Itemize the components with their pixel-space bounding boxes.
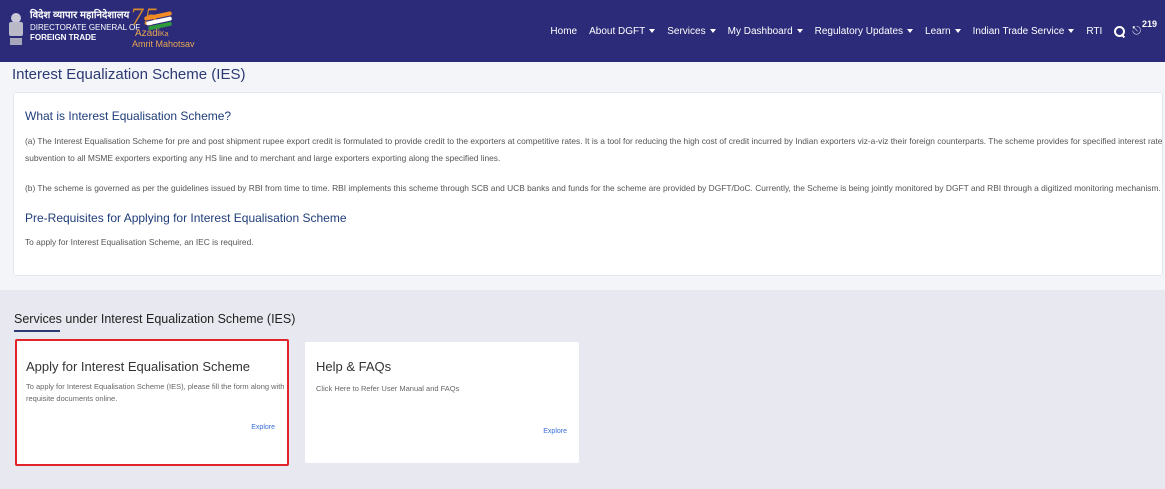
caret-down-icon [649,29,656,33]
nav-regulatory-updates[interactable]: Regulatory Updates [815,26,914,37]
notification-button[interactable]: ⎋ 219 [1132,19,1157,38]
paragraph-prerequisites: To apply for Interest Equalisation Schem… [25,237,254,247]
card-title: Apply for Interest Equalisation Scheme [26,359,251,374]
explore-link[interactable]: Explore [543,428,567,435]
azadi-ka-amrit-mahotsav-logo: 75 AzadiKa Amrit Mahotsav [128,6,208,52]
notification-count: 219 [1141,18,1157,29]
card-description: To apply for Interest Equalisation Schem… [26,382,285,403]
nav-my-dashboard[interactable]: My Dashboard [728,26,803,37]
national-emblem-icon [8,13,24,49]
caret-down-icon [796,29,803,33]
explore-link[interactable]: Explore [251,424,275,431]
nav-rti[interactable]: RTI [1086,26,1102,37]
nav-learn[interactable]: Learn [925,26,961,37]
nav-home[interactable]: Home [550,26,577,37]
caret-down-icon [954,29,961,33]
top-navbar: विदेश व्यापार महानिदेशालय DIRECTORATE GE… [0,0,1165,62]
azadi-line2: Amrit Mahotsav [132,39,195,49]
azadi-word: Azadi [135,28,161,39]
services-title: Services under Interest Equalization Sch… [14,312,296,326]
nav-about-dgft[interactable]: About DGFT [589,26,656,37]
heading-what-is: What is Interest Equalisation Scheme? [25,109,232,123]
nav-services[interactable]: Services [667,26,716,37]
services-section: Services under Interest Equalization Sch… [0,290,1165,489]
bell-icon: ⎋ [1132,24,1141,37]
brand-line1: DIRECTORATE GENERAL OF [30,22,141,32]
page-title: Interest Equalization Scheme (IES) [12,66,246,83]
azadi-ka: Ka [160,31,169,38]
card-description: Click Here to Refer User Manual and FAQs [316,384,460,393]
help-faqs-card[interactable]: Help & FAQs Click Here to Refer User Man… [305,342,579,463]
heading-prerequisites: Pre-Requisites for Applying for Interest… [25,211,347,225]
paragraph-b: (b) The scheme is governed as per the gu… [25,183,1161,193]
brand-hindi: विदेश व्यापार महानिदेशालय [30,10,130,21]
brand-line2: FOREIGN TRADE [30,32,97,42]
caret-down-icon [709,29,716,33]
caret-down-icon [1068,29,1075,33]
brand-text: विदेश व्यापार महानिदेशालय DIRECTORATE GE… [30,8,140,43]
caret-down-icon [907,29,914,33]
paragraph-a: (a) The Interest Equalisation Scheme for… [25,136,1163,163]
search-icon[interactable] [1114,26,1126,37]
nav-menu: Home About DGFT Services My Dashboard Re… [538,0,1165,62]
apply-ies-card[interactable]: Apply for Interest Equalisation Scheme T… [15,339,289,466]
dgft-logo[interactable]: विदेश व्यापार महानिदेशालय DIRECTORATE GE… [8,8,140,54]
nav-indian-trade-service[interactable]: Indian Trade Service [973,26,1075,37]
scheme-info-card: What is Interest Equalisation Scheme? (a… [13,92,1163,276]
title-underline [14,330,60,332]
card-title: Help & FAQs [316,359,392,374]
